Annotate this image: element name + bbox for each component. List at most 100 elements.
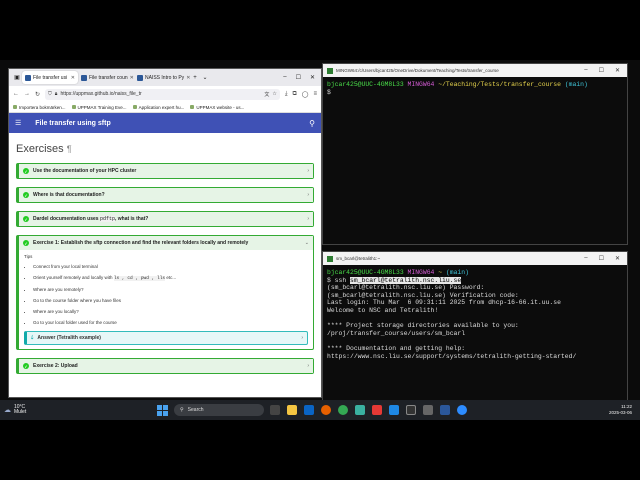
admonition-title: Use the documentation of your HPC cluste… [33,168,137,174]
list-item-text: Connect from your local terminal [33,264,98,269]
firefox-icon[interactable] [321,405,331,415]
admonition-dardel[interactable]: ✓ Dardel documentation uses pdftp, what … [16,211,314,227]
downloads-icon[interactable]: ⤓ [285,91,288,98]
terminal-line: (sm_bcarl@tetralith.nsc.liu.se) Verifica… [327,291,519,299]
minimize-icon[interactable]: – [584,255,587,262]
back-icon[interactable]: ← [13,91,19,97]
list-item-text: Orient yourself remotely and locally wit… [33,275,113,280]
outlook-icon[interactable] [304,405,314,415]
answer-dropdown[interactable]: 💧︎ Answer (Tetralith example) › [24,331,308,345]
hamburger-menu-icon[interactable]: ☰ [15,119,21,127]
window-controls: – ☐ ✕ [584,255,623,262]
list-item: Where are you remotely? [33,287,308,292]
account-icon[interactable]: ◯ [302,91,309,98]
reload-icon[interactable]: ↻ [35,91,40,98]
inline-code: ls , cd , pwd , lls [113,276,166,281]
shield-icon: ⛉ [48,91,52,97]
terminal-output[interactable]: bjcar425@UUC-4GM8L33 MINGW64 ~ (main) $ … [323,265,627,364]
maximize-icon[interactable]: ☐ [599,67,604,74]
terminal-line: **** Project storage directories availab… [327,322,519,330]
new-tab-button[interactable]: + [190,75,200,81]
weather-condition: Mulet [14,409,27,415]
zoom-icon[interactable] [457,405,467,415]
system-clock[interactable]: 11:22 2025-03-06 [609,404,640,416]
extensions-icon[interactable]: ⧉ [292,91,296,98]
forward-icon[interactable]: → [24,91,30,97]
terminal-output[interactable]: bjcar425@UUC-4GM8L33 MINGW64 ~/Teaching/… [323,77,627,100]
file-explorer-icon[interactable] [287,405,297,415]
start-button[interactable] [157,404,168,416]
bookmark-icon [71,105,76,109]
bookmark-application-expert[interactable]: Application expert hu... [132,105,184,110]
bookmark-uppmax-website[interactable]: UPPMAX website - us... [190,105,244,110]
bookmark-import[interactable]: Importera bokmärken... [13,105,66,110]
task-view-icon[interactable] [270,405,280,415]
minimize-icon[interactable]: – [584,67,587,74]
admonition-header[interactable]: ✓ Dardel documentation uses pdftp, what … [19,212,313,226]
tab-file-transfer-course[interactable]: File transfer coun ✕ [78,71,134,84]
maximize-icon[interactable]: ☐ [296,74,301,81]
maximize-icon[interactable]: ☐ [599,255,604,262]
terminal-window-local[interactable]: MINGW64:/c/Users/bjcar425/OneDrive/Dokum… [322,63,628,245]
prompt-user: bjcar425@UUC-4GM8L33 [327,81,404,88]
desktop: ▣ File transfer usi ✕ File transfer coun… [0,60,640,420]
app-icon[interactable] [355,405,365,415]
taskbar-search[interactable]: ⚲ Search [174,404,264,416]
tab-file-transfer-sftp[interactable]: File transfer usi ✕ [22,71,78,84]
admonition-title-prefix: Dardel documentation uses [33,216,99,222]
translate-icon[interactable]: 文 [264,91,269,98]
window-controls: – ☐ ✕ [584,67,623,74]
prompt-branch: (main) [445,269,469,276]
terminal-line: https://www.nsc.liu.se/support/systems/t… [327,352,577,360]
list-item-text: Go to the course folder where you have f… [33,298,122,303]
site-header: ☰ File transfer using sftp ⚲ [9,113,321,133]
bookmark-icon [13,105,17,109]
admonition-header[interactable]: ✓ Exercise 2: Upload › [19,359,313,373]
taskbar: ☁ 10°C Mulet ⚲ Search 11:22 2025-03-06 [0,400,640,420]
close-icon[interactable]: ✕ [615,67,620,74]
chevron-right-icon: › [301,335,303,341]
close-icon[interactable]: ✕ [615,255,620,262]
chevron-down-icon[interactable]: ⌄ [200,74,210,81]
terminal-title: sm_bcarl@tetralith1:~ [336,256,380,261]
list-item-text: Go to your local folder used for the cou… [33,320,117,325]
admonition-header[interactable]: ✓ Where is that documentation? › [19,188,313,202]
search-icon[interactable]: ⚲ [309,119,315,128]
admonition-header[interactable]: ✓ Use the documentation of your HPC clus… [19,164,313,178]
admonition-documentation[interactable]: ✓ Use the documentation of your HPC clus… [16,163,314,179]
app-icon[interactable] [423,405,433,415]
bookmark-star-icon[interactable]: ☆ [272,91,276,97]
inline-code: pdftp [99,216,115,222]
search-icon: ⚲ [180,407,184,413]
vscode-icon[interactable] [389,405,399,415]
app-icon[interactable] [372,405,382,415]
permalink-icon[interactable]: ¶ [67,144,72,154]
close-icon[interactable]: ✕ [310,74,315,81]
address-bar[interactable]: ⛉ 🔒︎ https://uppmax.github.io/naiss_file… [45,88,280,100]
admonition-exercise-1[interactable]: ✓ Exercise 1: Establish the sftp connect… [16,235,314,350]
bookmark-uppmax-training[interactable]: UPPMAX Training Eve... [71,105,127,110]
tips-label: Tips [24,254,33,259]
terminal-window-remote[interactable]: sm_bcarl@tetralith1:~ – ☐ ✕ bjcar425@UUC… [322,251,628,420]
terminal-icon[interactable] [406,405,416,415]
word-icon[interactable] [440,405,450,415]
tab-naiss-intro[interactable]: NAISS Intro to Py ✕ [134,71,190,84]
tab-bar: ▣ File transfer usi ✕ File transfer coun… [9,69,321,86]
bookmark-label: Importera bokmärken... [19,104,66,110]
admonition-where-documentation[interactable]: ✓ Where is that documentation? › [16,187,314,203]
menu-icon[interactable]: ≡ [313,91,317,97]
prompt-env: MINGW64 [407,81,435,88]
close-tab-icon[interactable]: ✕ [71,75,75,81]
bookmark-label: UPPMAX website - us... [196,104,245,110]
tab-label: File transfer coun [89,74,128,81]
admonition-header[interactable]: ✓ Exercise 1: Establish the sftp connect… [19,236,313,250]
tab-list-icon[interactable]: ▣ [12,74,22,81]
weather-widget[interactable]: ☁ 10°C Mulet [0,404,60,416]
chevron-right-icon: › [307,216,309,222]
list-item-text: Where are you locally? [33,309,79,314]
admonition-exercise-2[interactable]: ✓ Exercise 2: Upload › [16,358,314,374]
terminal-line: /proj/transfer_course/users/sm_bcarl [327,329,466,337]
mingw-icon [327,67,333,74]
chrome-icon[interactable] [338,405,348,415]
minimize-icon[interactable]: – [283,74,286,81]
